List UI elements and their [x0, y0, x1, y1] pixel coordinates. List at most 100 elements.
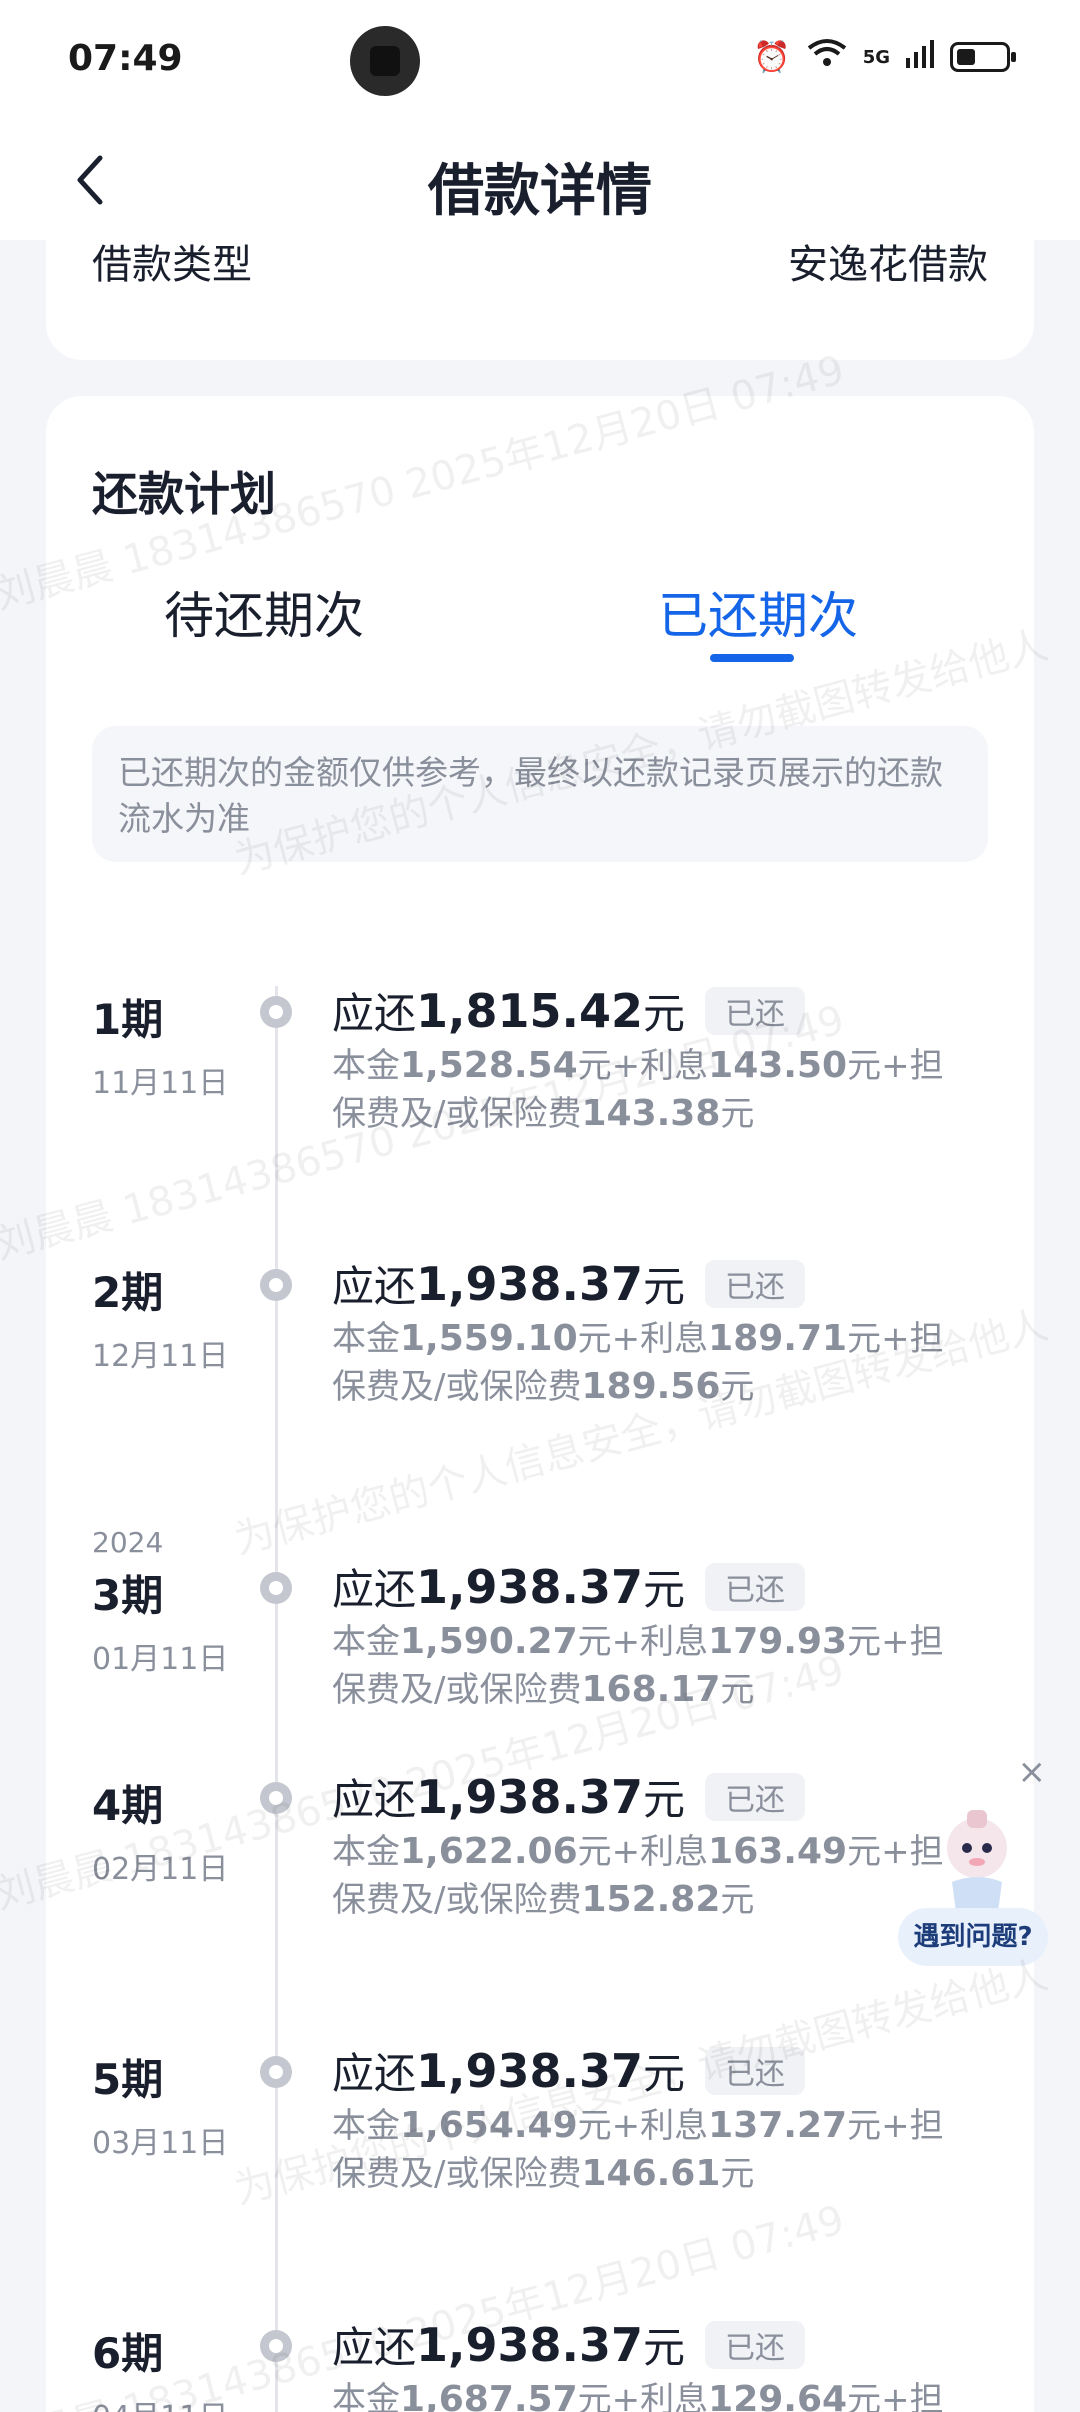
status-time: 07:49 — [68, 38, 183, 79]
unit-label: 元 — [720, 1367, 755, 1407]
unit-label: 元 — [577, 1832, 612, 1872]
amount-line: 应还 1,938.37 元 已还 — [332, 2314, 806, 2375]
amount-prefix: 应还 — [332, 1262, 417, 1311]
interest-value: 137.27 — [708, 2105, 848, 2146]
installment-period: 2期 — [92, 1268, 164, 1317]
installment-date: 04月11日 — [92, 2392, 228, 2412]
timeline-node — [260, 1782, 292, 1814]
principal-label: 本金 — [332, 2380, 400, 2412]
installment-date: 12月11日 — [92, 1339, 229, 1374]
amount-unit: 元 — [643, 1565, 686, 1614]
amount-value: 1,938.37 — [416, 2043, 644, 2098]
installment-date: 02月11日 — [92, 1852, 229, 1887]
unit-label: 元 — [720, 1094, 755, 1134]
status-badge: 已还 — [705, 1772, 806, 1821]
amount-value: 1,938.37 — [416, 1559, 644, 1614]
fee-value: 146.61 — [581, 2153, 721, 2194]
fee-value: 152.82 — [581, 1879, 721, 1920]
principal-value: 1,590.27 — [400, 1621, 578, 1662]
installment-date: 03月11日 — [92, 2126, 229, 2161]
page-title: 借款详情 — [428, 159, 652, 224]
mascot-icon — [947, 1810, 1007, 1912]
section-title: 还款计划 — [92, 467, 276, 521]
amount-unit: 元 — [643, 989, 686, 1038]
principal-value: 1,654.49 — [400, 2105, 578, 2146]
installment-breakdown: 本金1,559.10元+利息189.71元+担保费及/或保险费189.56元 — [332, 1315, 972, 1411]
unit-label: 元 — [720, 1670, 755, 1710]
status-bar: 07:49 ⏰ 5G — [0, 0, 1080, 120]
amount-value: 1,938.37 — [416, 1256, 644, 1311]
installment-date: 01月11日 — [92, 1642, 229, 1677]
timeline-node — [260, 2330, 292, 2362]
amount-prefix: 应还 — [332, 989, 417, 1038]
close-icon[interactable]: × — [1018, 1752, 1047, 1792]
status-badge: 已还 — [705, 1259, 806, 1308]
installment-period: 5期 — [92, 2055, 164, 2104]
installment-breakdown: 本金1,654.49元+利息137.27元+担保费及/或保险费146.61元 — [332, 2102, 972, 2198]
installment-date: 11月11日 — [92, 1066, 229, 1101]
repayment-plan-card: 还款计划 待还期次 已还期次 已还期次的金额仅供参考，最终以还款记录页展示的还款… — [46, 396, 1034, 2412]
timeline-line — [275, 986, 278, 2412]
tab-paid-periods[interactable]: 已还期次 — [658, 576, 858, 648]
interest-value: 129.64 — [708, 2379, 848, 2412]
fee-value: 143.38 — [581, 1093, 721, 1134]
installment-breakdown: 本金1,590.27元+利息179.93元+担保费及/或保险费168.17元 — [332, 1618, 972, 1714]
installment-breakdown: 本金1,687.57元+利息129.64元+担保费及/或保险费 — [332, 2376, 972, 2412]
installment-period: 4期 — [92, 1781, 164, 1830]
active-tab-indicator — [710, 654, 794, 662]
help-widget[interactable]: × 遇到问题? — [892, 1752, 1052, 1972]
interest-value: 189.71 — [708, 1318, 848, 1359]
amount-unit: 元 — [643, 1262, 686, 1311]
installment-breakdown: 本金1,528.54元+利息143.50元+担保费及/或保险费143.38元 — [332, 1042, 972, 1138]
principal-label: 本金 — [332, 1832, 400, 1872]
timeline-node — [260, 1269, 292, 1301]
unit-label: 元 — [847, 2380, 882, 2412]
interest-value: 163.49 — [708, 1831, 848, 1872]
loan-type-label: 借款类型 — [92, 242, 252, 288]
timeline-node — [260, 1572, 292, 1604]
amount-value: 1,938.37 — [416, 1769, 644, 1824]
status-badge: 已还 — [705, 986, 806, 1035]
principal-label: 本金 — [332, 1046, 400, 1086]
principal-label: 本金 — [332, 1319, 400, 1359]
unit-label: 元 — [847, 1622, 882, 1662]
amount-line: 应还 1,938.37 元 已还 — [332, 1253, 806, 1314]
principal-value: 1,687.57 — [400, 2379, 578, 2412]
amount-line: 应还 1,938.37 元 已还 — [332, 1766, 806, 1827]
unit-label: 元 — [577, 1046, 612, 1086]
timeline-node — [260, 2056, 292, 2088]
amount-prefix: 应还 — [332, 1775, 417, 1824]
alarm-icon: ⏰ — [753, 39, 791, 75]
fee-value: 189.56 — [581, 1366, 721, 1407]
principal-value: 1,622.06 — [400, 1831, 578, 1872]
interest-label: +利息 — [611, 2380, 709, 2412]
amount-prefix: 应还 — [332, 2323, 417, 2372]
principal-value: 1,559.10 — [400, 1318, 578, 1359]
amount-line: 应还 1,815.42 元 已还 — [332, 980, 806, 1041]
wifi-icon — [807, 38, 847, 76]
status-icons: ⏰ 5G — [753, 38, 1016, 76]
help-label: 遇到问题? — [898, 1908, 1048, 1966]
loan-type-value: 安逸花借款 — [788, 242, 988, 288]
installment-period: 6期 — [92, 2329, 164, 2378]
timeline-node — [260, 996, 292, 1028]
unit-label: 元 — [577, 1319, 612, 1359]
battery-icon — [950, 42, 1016, 72]
principal-value: 1,528.54 — [400, 1045, 578, 1086]
interest-label: +利息 — [611, 1046, 709, 1086]
status-badge: 已还 — [705, 2046, 806, 2095]
unit-label: 元 — [577, 2380, 612, 2412]
installment-period: 1期 — [92, 995, 164, 1044]
unit-label: 元 — [720, 1880, 755, 1920]
unit-label: 元 — [847, 1319, 882, 1359]
amount-unit: 元 — [643, 1775, 686, 1824]
unit-label: 元 — [720, 2154, 755, 2194]
status-badge: 已还 — [705, 2320, 806, 2369]
amount-line: 应还 1,938.37 元 已还 — [332, 1556, 806, 1617]
tab-pending-periods[interactable]: 待还期次 — [164, 576, 364, 648]
principal-label: 本金 — [332, 1622, 400, 1662]
amount-unit: 元 — [643, 2049, 686, 2098]
installment-breakdown: 本金1,622.06元+利息163.49元+担保费及/或保险费152.82元 — [332, 1828, 972, 1924]
interest-value: 143.50 — [708, 1045, 848, 1086]
interest-value: 179.93 — [708, 1621, 848, 1662]
